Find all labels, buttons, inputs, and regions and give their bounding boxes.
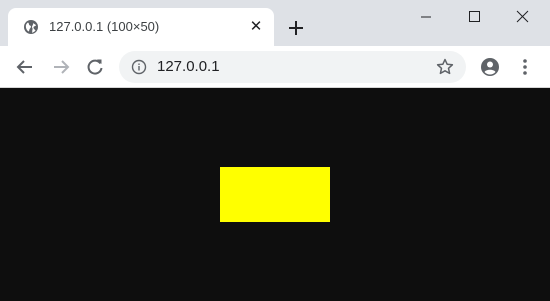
forward-button[interactable] xyxy=(50,56,72,78)
kebab-menu-icon[interactable] xyxy=(516,56,534,78)
tab-strip: 127.0.0.1 (100×50) ✕ xyxy=(0,0,550,46)
address-bar[interactable]: 127.0.0.1 xyxy=(119,51,466,83)
back-button[interactable] xyxy=(14,56,36,78)
tab-title: 127.0.0.1 (100×50) xyxy=(49,19,160,34)
yellow-rectangle xyxy=(220,167,330,222)
close-window-button[interactable] xyxy=(499,0,545,32)
browser-window: 127.0.0.1 (100×50) ✕ 127.0.0.1 xyxy=(0,0,550,301)
active-tab[interactable]: 127.0.0.1 (100×50) ✕ xyxy=(8,8,274,46)
tab-close-button[interactable]: ✕ xyxy=(248,19,264,35)
globe-icon xyxy=(24,20,38,34)
minimize-button[interactable] xyxy=(403,0,449,32)
browser-toolbar: 127.0.0.1 xyxy=(0,46,550,88)
new-tab-button[interactable] xyxy=(285,17,307,39)
maximize-button[interactable] xyxy=(451,0,497,32)
reload-button[interactable] xyxy=(84,56,106,78)
page-viewport xyxy=(0,89,550,301)
info-icon[interactable] xyxy=(131,59,147,75)
bookmark-star-icon[interactable] xyxy=(435,57,455,77)
account-icon[interactable] xyxy=(479,56,501,78)
url-text[interactable]: 127.0.0.1 xyxy=(157,58,220,76)
